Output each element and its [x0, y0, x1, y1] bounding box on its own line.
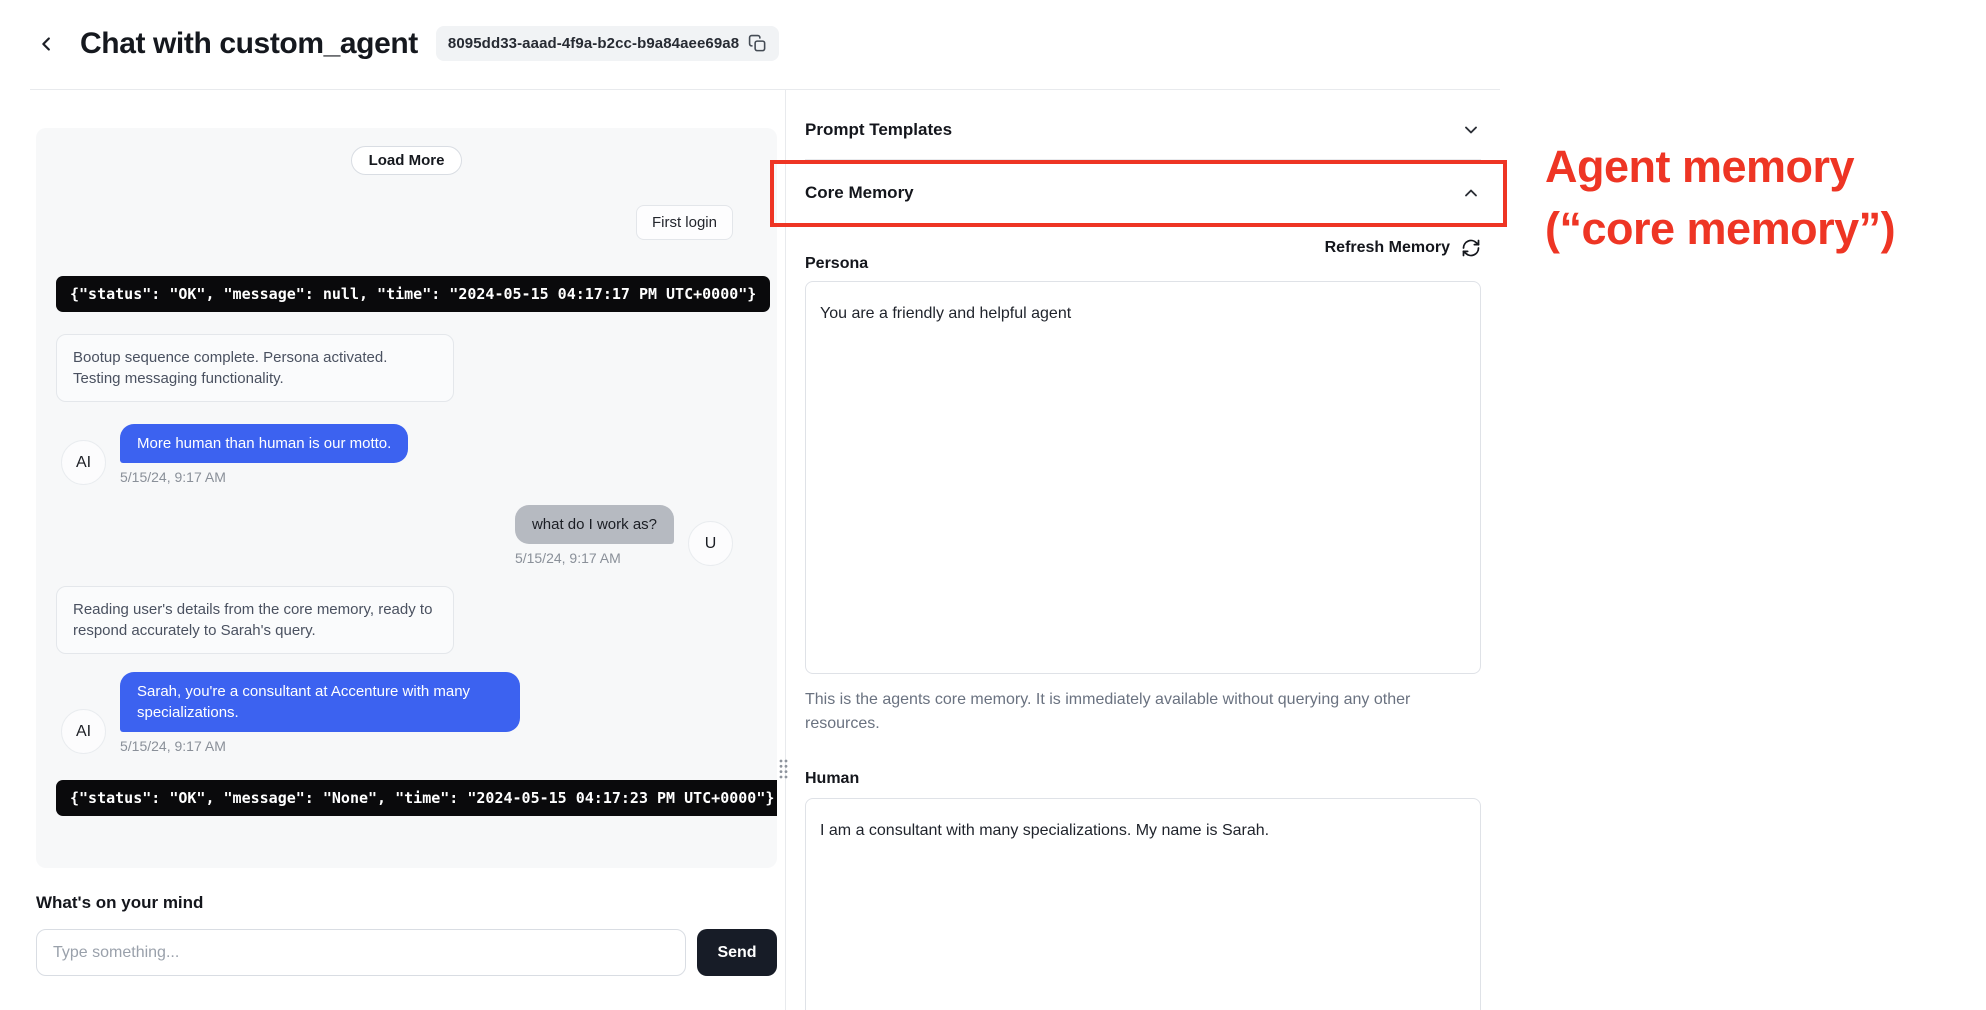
persona-textarea[interactable]: You are a friendly and helpful agent: [805, 281, 1481, 674]
agent-avatar: AI: [61, 709, 106, 754]
header-divider: [30, 89, 1500, 90]
refresh-icon: [1461, 238, 1481, 258]
agent-message-row: AI More human than human is our motto. 5…: [56, 424, 757, 485]
send-button[interactable]: Send: [697, 929, 777, 976]
load-more-button[interactable]: Load More: [351, 146, 463, 175]
composer: What's on your mind Send: [36, 893, 777, 976]
user-message-bubble: what do I work as?: [515, 505, 674, 544]
message-timestamp: 5/15/24, 9:17 AM: [120, 469, 226, 485]
status-code-message: {"status": "OK", "message": "None", "tim…: [56, 780, 777, 816]
persona-label-wrap: Persona: [805, 255, 868, 273]
message-timestamp: 5/15/24, 9:17 AM: [120, 738, 226, 754]
user-message-row: what do I work as? 5/15/24, 9:17 AM U: [56, 505, 757, 566]
core-memory-section-header[interactable]: Core Memory: [805, 160, 1481, 226]
chevron-up-icon: [1461, 183, 1481, 203]
annotation-line-2: (“core memory”): [1545, 198, 1895, 260]
back-button[interactable]: [32, 29, 62, 59]
drag-handle-icon[interactable]: [777, 756, 790, 787]
chevron-down-icon: [1461, 120, 1481, 140]
status-code-message: {"status": "OK", "message": null, "time"…: [56, 276, 770, 312]
agent-avatar: AI: [61, 440, 106, 485]
load-more-row: Load More: [56, 146, 757, 175]
inner-monologue-message: Reading user's details from the core mem…: [56, 586, 454, 654]
persona-label: Persona: [805, 255, 868, 272]
composer-row: Send: [36, 929, 777, 976]
page-title: Chat with custom_agent: [80, 27, 418, 61]
message-input[interactable]: [36, 929, 686, 976]
refresh-memory-button[interactable]: Refresh Memory: [1325, 238, 1481, 258]
core-memory-title: Core Memory: [805, 183, 914, 203]
header: Chat with custom_agent 8095dd33-aaad-4f9…: [32, 26, 779, 61]
human-label-wrap: Human: [805, 770, 1481, 788]
prompt-templates-section-header[interactable]: Prompt Templates: [805, 100, 1481, 160]
agent-config-panel: Prompt Templates Core Memory Persona Ref…: [805, 100, 1481, 1010]
agent-message-row: AI Sarah, you're a consultant at Accentu…: [56, 672, 757, 754]
human-textarea[interactable]: I am a consultant with many specializati…: [805, 798, 1481, 1010]
agent-message-bubble: More human than human is our motto.: [120, 424, 408, 463]
agent-id-value: 8095dd33-aaad-4f9a-b2cc-b9a84aee69a8: [448, 35, 739, 52]
annotation-line-1: Agent memory: [1545, 136, 1895, 198]
first-login-badge: First login: [636, 205, 733, 240]
refresh-memory-label: Refresh Memory: [1325, 239, 1450, 257]
message-timestamp: 5/15/24, 9:17 AM: [515, 550, 621, 566]
prompt-templates-title: Prompt Templates: [805, 120, 952, 140]
core-memory-description: This is the agents core memory. It is im…: [805, 688, 1455, 736]
chevron-left-icon: [36, 33, 58, 55]
chat-with-agent-page: Chat with custom_agent 8095dd33-aaad-4f9…: [0, 0, 1986, 1010]
agent-id-badge: 8095dd33-aaad-4f9a-b2cc-b9a84aee69a8: [436, 26, 779, 61]
message-column: Sarah, you're a consultant at Accenture …: [120, 672, 520, 754]
message-column: what do I work as? 5/15/24, 9:17 AM: [515, 505, 674, 566]
user-avatar: U: [688, 521, 733, 566]
panel-divider: [785, 89, 786, 1010]
annotation-text: Agent memory (“core memory”): [1545, 136, 1895, 260]
inner-monologue-message: Bootup sequence complete. Persona activa…: [56, 334, 454, 402]
copy-icon: [748, 34, 767, 53]
first-login-row: First login: [56, 205, 757, 240]
chat-history-panel: Load More First login {"status": "OK", "…: [36, 128, 777, 868]
memory-head-row: Persona Refresh Memory: [805, 238, 1481, 273]
message-column: More human than human is our motto. 5/15…: [120, 424, 408, 485]
composer-label: What's on your mind: [36, 893, 777, 913]
agent-message-bubble: Sarah, you're a consultant at Accenture …: [120, 672, 520, 732]
human-label: Human: [805, 770, 859, 787]
copy-agent-id-button[interactable]: [748, 34, 767, 53]
